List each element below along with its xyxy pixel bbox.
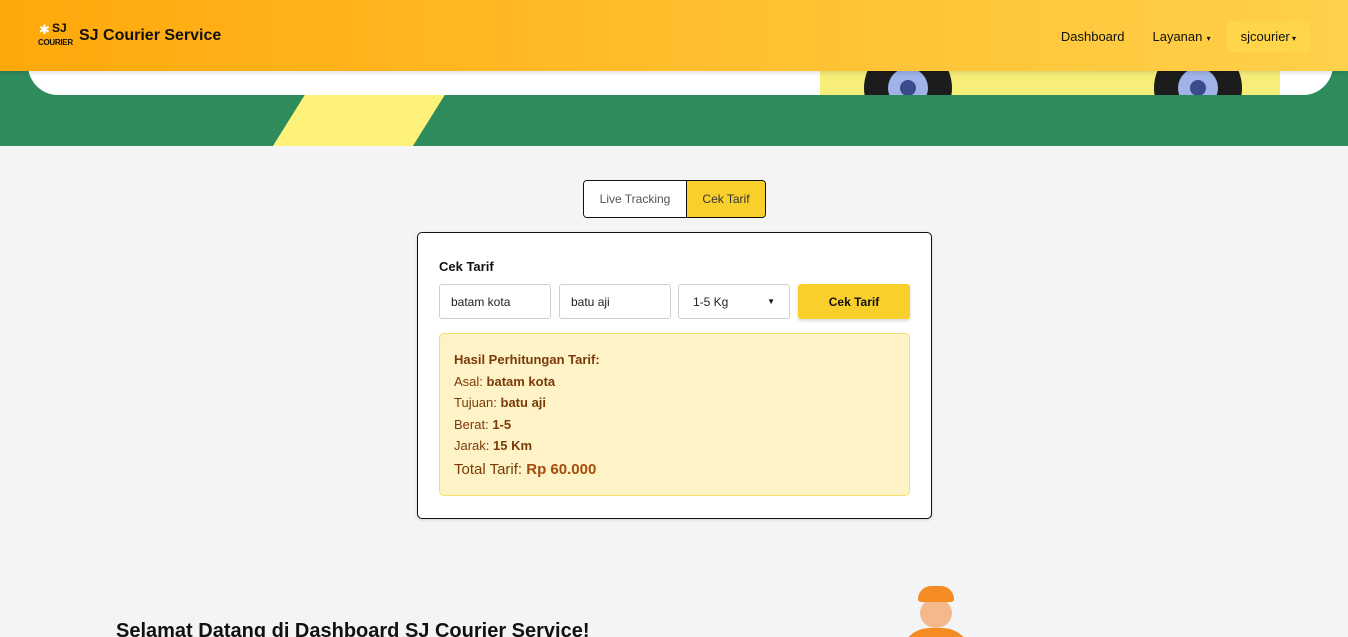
- nav-layanan-dropdown[interactable]: Layanan ▾: [1138, 21, 1224, 52]
- destination-input[interactable]: [559, 284, 671, 319]
- navbar: ✱ SJ COURIER SJ Courier Service Dashboar…: [0, 0, 1348, 71]
- logo-text-bottom: COURIER: [38, 38, 73, 47]
- nav-layanan-label: Layanan: [1152, 29, 1203, 44]
- result-panel: Hasil Perhitungan Tarif: Asal: batam kot…: [439, 333, 910, 496]
- jarak-value: 15 Km: [493, 438, 533, 453]
- nav-dashboard[interactable]: Dashboard: [1047, 21, 1139, 52]
- brand[interactable]: ✱ SJ COURIER SJ Courier Service: [36, 22, 221, 50]
- brand-name: SJ Courier Service: [79, 27, 222, 44]
- result-asal: Asal: batam kota: [454, 374, 555, 389]
- asal-value: batam kota: [486, 374, 556, 389]
- chevron-down-icon: ▾: [1204, 34, 1211, 43]
- logo-star-icon: ✱: [39, 22, 50, 37]
- courier-illustration: [896, 586, 976, 637]
- total-label: Total Tarif:: [454, 461, 523, 478]
- chevron-down-icon: ▾: [1289, 34, 1296, 43]
- berat-label: Berat:: [454, 417, 489, 432]
- cek-tarif-card: Cek Tarif 1-5 Kg ▼ Cek Tarif Hasil Perhi…: [417, 232, 932, 519]
- origin-input[interactable]: [439, 284, 551, 319]
- tujuan-label: Tujuan:: [454, 395, 497, 410]
- result-berat: Berat: 1-5: [454, 417, 511, 432]
- user-menu-dropdown[interactable]: sjcourier ▾: [1226, 21, 1310, 52]
- asal-label: Asal:: [454, 374, 483, 389]
- result-total: Total Tarif: Rp 60.000: [454, 461, 596, 478]
- logo: ✱ SJ COURIER: [36, 21, 73, 50]
- result-jarak: Jarak: 15 Km: [454, 438, 532, 453]
- result-tujuan: Tujuan: batu aji: [454, 395, 546, 410]
- berat-value: 1-5: [492, 417, 512, 432]
- logo-text-top: SJ: [52, 21, 67, 35]
- nav-menu: Dashboard Layanan ▾ sjcourier ▾: [1047, 21, 1310, 52]
- jarak-label: Jarak:: [454, 438, 490, 453]
- tab-live-tracking[interactable]: Live Tracking: [584, 181, 687, 217]
- welcome-heading: Selamat Datang di Dashboard SJ Courier S…: [116, 620, 590, 637]
- dropdown-caret-icon: ▼: [767, 297, 775, 306]
- cek-tarif-button[interactable]: Cek Tarif: [798, 284, 910, 319]
- result-title: Hasil Perhitungan Tarif:: [454, 352, 600, 367]
- road-stripe: [267, 95, 445, 146]
- total-value: Rp 60.000: [526, 461, 597, 478]
- tujuan-value: batu aji: [500, 395, 547, 410]
- tab-cek-tarif[interactable]: Cek Tarif: [687, 181, 765, 217]
- weight-selected-value: 1-5 Kg: [693, 294, 729, 309]
- card-title: Cek Tarif: [439, 259, 494, 274]
- tab-group: Live Tracking Cek Tarif: [583, 180, 766, 218]
- weight-select[interactable]: 1-5 Kg ▼: [678, 284, 790, 319]
- user-name: sjcourier: [1240, 29, 1290, 44]
